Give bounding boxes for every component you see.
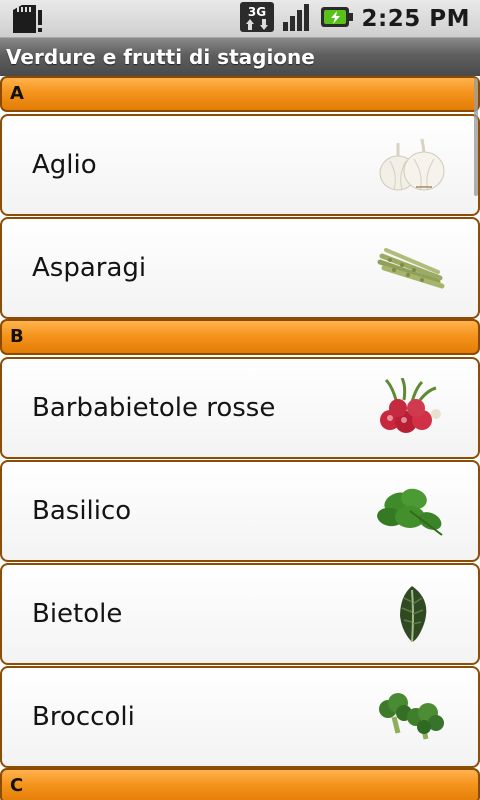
list-item-label: Basilico — [32, 496, 132, 526]
section-header-a: A — [0, 76, 480, 112]
sd-card-alert-icon — [10, 4, 44, 34]
list-item-aglio[interactable]: Aglio — [0, 114, 480, 216]
list-item-basilico[interactable]: Basilico — [0, 460, 480, 562]
scrollbar[interactable] — [474, 78, 478, 196]
garlic-icon — [376, 135, 448, 195]
broccoli-icon — [376, 687, 448, 747]
produce-list[interactable]: A Aglio Asparagi B Barbabietole rosse Ba… — [0, 76, 480, 800]
network-type-label: 3G — [247, 5, 265, 19]
list-item-label: Asparagi — [32, 253, 147, 283]
radish-icon — [376, 377, 448, 438]
list-item-broccoli[interactable]: Broccoli — [0, 666, 480, 768]
page-title: Verdure e frutti di stagione — [0, 38, 480, 76]
list-item-label: Bietole — [32, 599, 123, 629]
basil-icon — [376, 481, 448, 541]
list-item-label: Broccoli — [32, 702, 135, 732]
list-item-barbabietole-rosse[interactable]: Barbabietole rosse — [0, 357, 480, 459]
clock: 2:25 PM — [361, 6, 470, 32]
list-item-label: Aglio — [32, 150, 97, 180]
chard-icon — [376, 584, 448, 644]
3g-data-icon: 3G — [239, 2, 274, 36]
signal-icon — [282, 2, 312, 36]
asparagus-icon — [376, 238, 448, 298]
section-header-c: C — [0, 768, 480, 800]
battery-charging-icon — [320, 5, 354, 33]
status-bar: 3G 2:25 PM — [0, 0, 480, 38]
section-header-b: B — [0, 319, 480, 355]
list-item-bietole[interactable]: Bietole — [0, 563, 480, 665]
list-item-asparagi[interactable]: Asparagi — [0, 217, 480, 319]
list-item-label: Barbabietole rosse — [32, 393, 276, 423]
